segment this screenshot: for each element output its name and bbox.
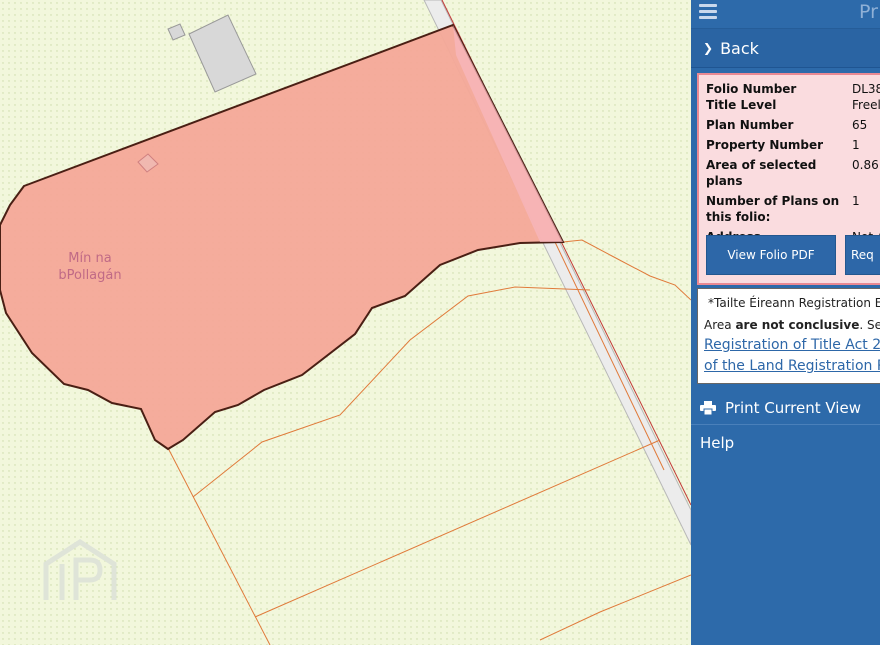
folio-value: 0.86 bbox=[852, 158, 879, 172]
folio-row: Folio Number DL38 bbox=[706, 81, 880, 97]
registration-act-link[interactable]: Registration of Title Act 2 bbox=[704, 337, 880, 353]
folio-label: Plan Number bbox=[706, 118, 794, 132]
folio-value: 65 bbox=[852, 118, 868, 132]
request-button[interactable]: Req bbox=[845, 235, 880, 275]
print-label: Print Current View bbox=[725, 399, 861, 417]
logo-watermark-icon bbox=[40, 538, 120, 604]
notice-bold: are not conclusive bbox=[735, 318, 860, 332]
place-label: Mín na bPollagán bbox=[30, 250, 150, 284]
notice-text: Area bbox=[704, 318, 736, 332]
folio-label: Folio Number bbox=[706, 82, 797, 96]
notice-line1: *Tailte Éireann Registration E bbox=[708, 296, 880, 310]
place-label-line2: bPollagán bbox=[58, 268, 122, 283]
folio-value: Freel bbox=[852, 98, 880, 112]
chevron-right-icon: ❯ bbox=[703, 41, 714, 55]
folio-row: Number of Plans on this folio: 1 bbox=[706, 193, 880, 229]
folio-label: Area of selected plans bbox=[706, 158, 817, 188]
folio-value: 1 bbox=[852, 138, 860, 152]
map-view[interactable]: Mín na bPollagán bbox=[0, 0, 691, 645]
folio-value: DL38 bbox=[852, 82, 880, 96]
folio-table: Folio Number DL38 Title Level Freel Plan N… bbox=[706, 81, 880, 245]
print-current-view-button[interactable]: Print Current View bbox=[691, 392, 880, 425]
view-folio-pdf-button[interactable]: View Folio PDF bbox=[706, 235, 836, 275]
place-label-line1: Mín na bbox=[68, 251, 112, 266]
help-label: Help bbox=[700, 434, 735, 452]
panel-header: Pr bbox=[691, 0, 880, 29]
notice-line2: Area are not conclusive. See bbox=[704, 318, 880, 332]
notice-text: . See bbox=[859, 318, 880, 332]
back-label: Back bbox=[720, 38, 759, 58]
panel-title: Pr bbox=[859, 1, 878, 23]
land-registration-link[interactable]: of the Land Registration R bbox=[704, 358, 880, 374]
folio-info-box: Folio Number DL38 Title Level Freel Plan N… bbox=[697, 73, 880, 285]
folio-label: Number of Plans on this folio: bbox=[706, 194, 840, 224]
printer-icon bbox=[700, 401, 716, 415]
folio-row: Plan Number 65 bbox=[706, 117, 880, 137]
folio-value: 1 bbox=[852, 194, 860, 208]
help-menu-item[interactable]: Help bbox=[691, 431, 880, 455]
back-button[interactable]: ❯ Back bbox=[691, 29, 880, 68]
folio-row: Area of selected plans 0.86 bbox=[706, 157, 880, 193]
menu-icon[interactable] bbox=[699, 4, 717, 22]
side-panel: Pr ❯ Back Folio Number DL38 Title Level Fr… bbox=[691, 0, 880, 645]
folio-label: Property Number bbox=[706, 138, 824, 152]
registration-notice: *Tailte Éireann Registration E Area are … bbox=[697, 288, 880, 384]
folio-label: Title Level bbox=[706, 98, 777, 112]
folio-row: Title Level Freel bbox=[706, 97, 880, 117]
folio-row: Property Number 1 bbox=[706, 137, 880, 157]
